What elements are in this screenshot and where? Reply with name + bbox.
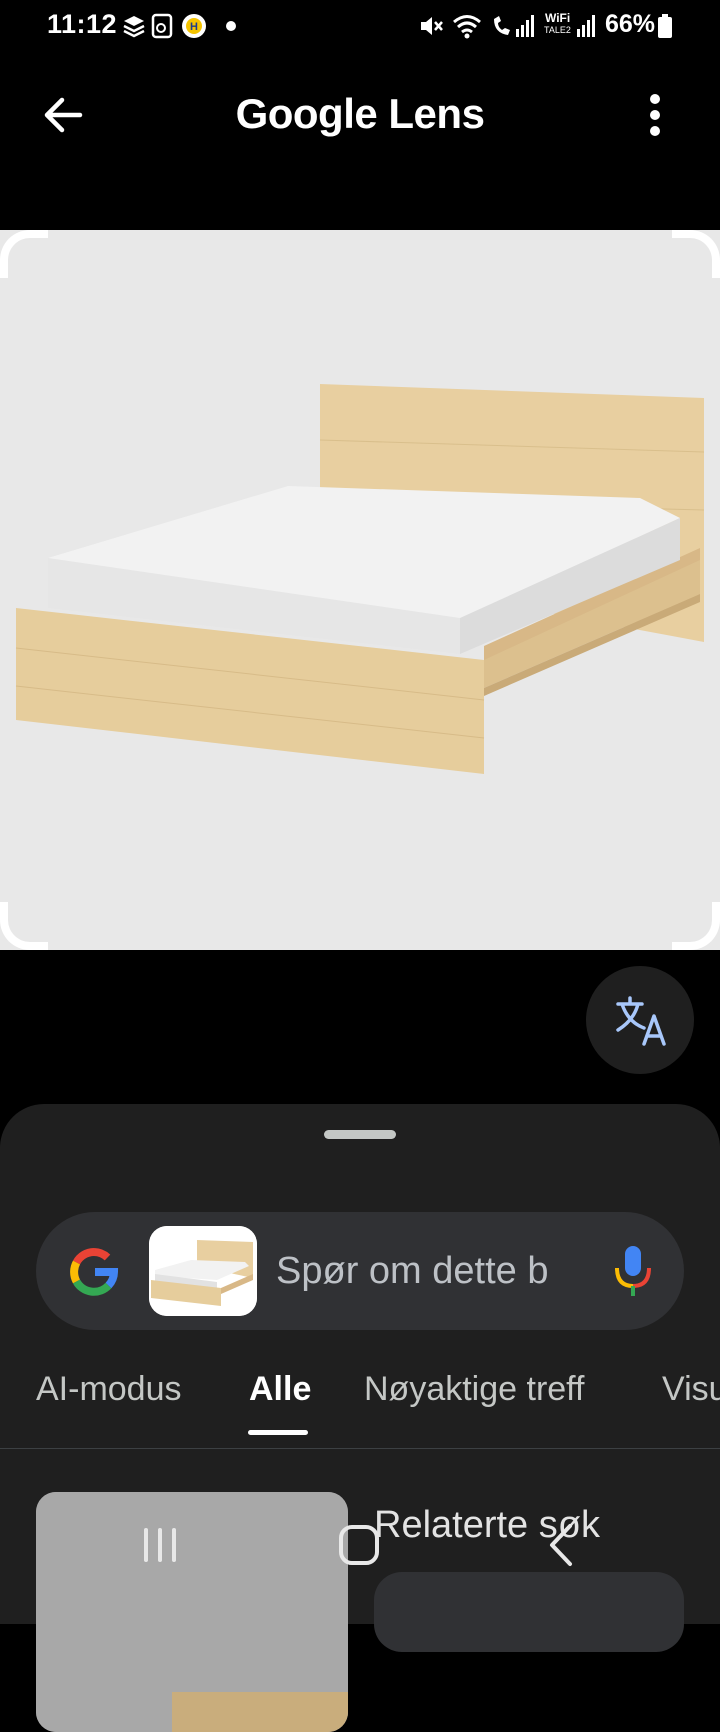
layers-icon (123, 16, 145, 38)
tab-exact-matches[interactable]: Nøyaktige treff (364, 1370, 584, 1409)
app-bar: Google Lens (0, 60, 720, 170)
h-badge-icon: H (182, 14, 206, 38)
battery-icon (658, 14, 672, 38)
drag-handle[interactable] (324, 1130, 396, 1139)
wifi-call-signal-icon (494, 15, 534, 37)
back-icon[interactable] (532, 1520, 592, 1570)
bed-thumbnail-image (149, 1226, 257, 1316)
svg-text:H: H (190, 21, 198, 33)
filter-tabs: AI-modus Alle Nøyaktige treff Visu (0, 1340, 720, 1449)
query-image-thumbnail[interactable] (149, 1226, 257, 1316)
translate-icon (616, 996, 666, 1046)
translate-button[interactable] (586, 966, 694, 1074)
wifi-icon (453, 15, 481, 39)
status-time: 11:12 (47, 9, 118, 39)
home-icon[interactable] (330, 1520, 390, 1570)
document-icon (151, 13, 173, 39)
battery-percentage: 66% (605, 10, 656, 38)
mic-icon[interactable] (608, 1242, 658, 1300)
bed-image (0, 230, 720, 950)
google-g-icon (70, 1248, 119, 1296)
tab-all[interactable]: Alle (249, 1370, 311, 1409)
wifi-label-bottom: TALE2 (544, 25, 571, 35)
wifi-label-top: WiFi (545, 11, 571, 25)
signal-icon (577, 15, 595, 37)
tab-visual-matches[interactable]: Visu (662, 1370, 720, 1409)
navigation-bar (0, 1490, 720, 1600)
search-bar[interactable] (36, 1212, 684, 1330)
more-vert-icon[interactable] (640, 90, 670, 140)
tab-ai-mode[interactable]: AI-modus (36, 1370, 182, 1409)
notification-dot-icon (226, 21, 236, 31)
page-title: Google Lens (235, 90, 485, 137)
active-tab-indicator (248, 1430, 308, 1435)
search-input[interactable] (276, 1242, 596, 1300)
mute-icon (421, 17, 443, 35)
selected-image-area[interactable] (0, 230, 720, 950)
recents-icon[interactable] (130, 1520, 190, 1570)
status-bar: 11:12 H WiFi TALE2 66% (0, 0, 720, 52)
